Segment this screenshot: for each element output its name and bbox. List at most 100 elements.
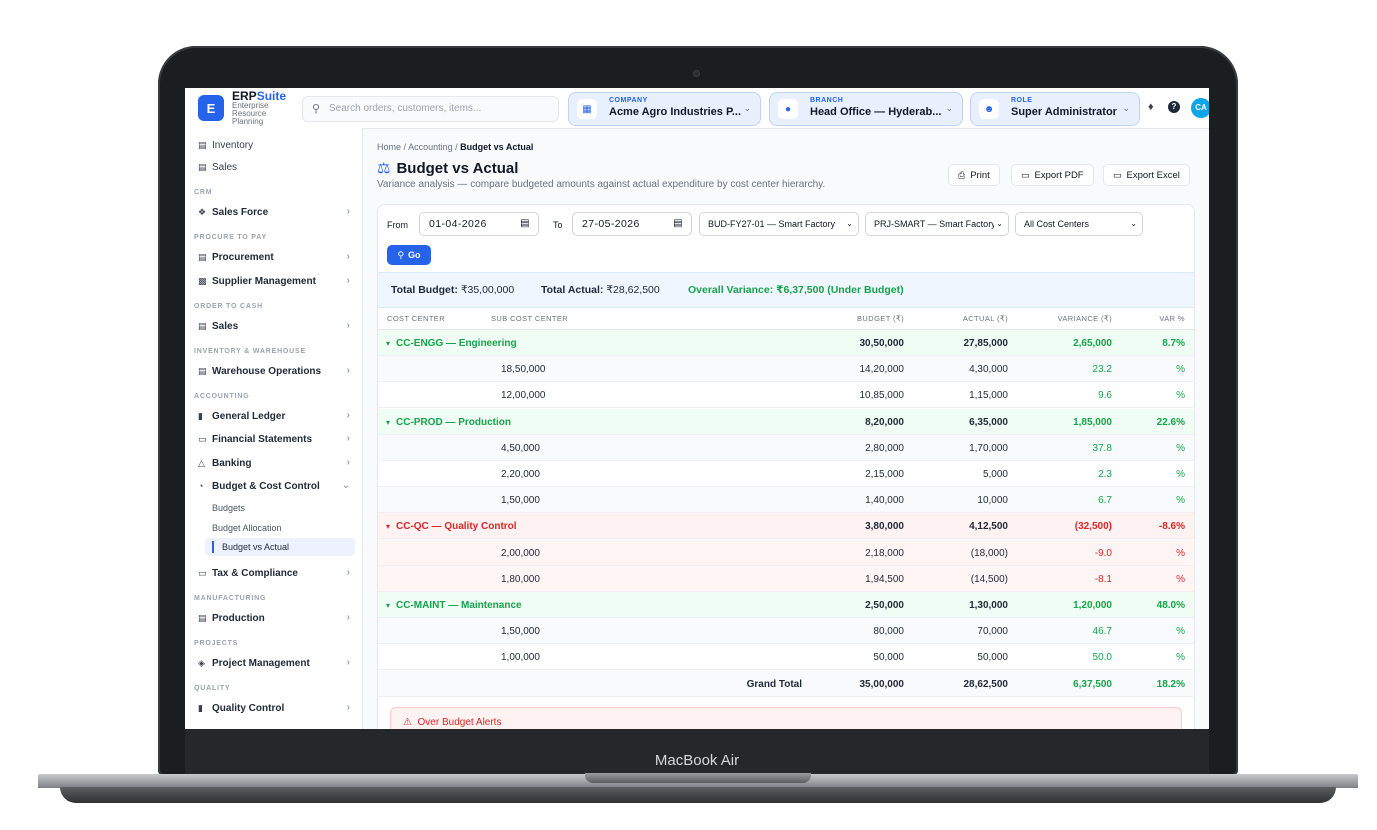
grand-total-label: Grand Total [746,678,802,690]
app-tagline: Enterprise Resource Planning [232,101,269,126]
search-placeholder: Search orders, customers, items... [329,103,482,114]
caret-down-icon[interactable]: ▾ [386,418,390,427]
export-excel-button[interactable]: ▭ Export Excel [1103,164,1190,186]
sidebar-item-financial-statements[interactable]: ▭ Financial Statements › [198,430,350,448]
table-row: 1,00,000 50,000 50,000 50.0% [378,644,1194,671]
table-row: 1,50,000 1,40,000 10,000 6.7% [378,487,1194,514]
group-variance: 1,85,000 [1073,416,1112,428]
app-logo[interactable]: E [198,95,224,121]
sidebar-item-procurement[interactable]: ▤ Procurement › [198,248,350,266]
section-manufacturing: MANUFACTURING [194,595,267,602]
grand-total-variance: 6,37,500 [1073,678,1112,690]
sidebar-item-sales[interactable]: ▤ Sales › [198,317,350,335]
total-budget: Total Budget: ₹35,00,000 [391,284,514,296]
warning-icon: ⚠ [403,717,412,728]
project-select[interactable]: PRJ-SMART — Smart Factory ⌄ [865,212,1009,236]
sidebar-subitem-budget-allocation[interactable]: Budget Allocation [212,523,282,533]
sidebar-item-inventory[interactable]: ▤ Inventory [198,136,350,154]
sidebar-item-project-management[interactable]: ◈ Project Management › [198,654,350,672]
cart-icon: ▤ [198,161,207,172]
budget-select-value: BUD-FY27-01 — Smart Factory [708,219,836,229]
help-icon[interactable]: ? [1168,101,1180,113]
col-variance: VARIANCE (₹) [1057,314,1112,323]
sidebar-item-production[interactable]: ▤ Production › [198,609,350,627]
sidebar-subitem-budget-vs-actual[interactable]: Budget vs Actual [205,538,355,556]
search-icon: ⚲ [397,249,405,260]
active-indicator [212,541,214,553]
chevron-right-icon: › [346,702,350,713]
sidebar-item-sales-top[interactable]: ▤ Sales [198,158,350,176]
budget-select[interactable]: BUD-FY27-01 — Smart Factory ⌄ [699,212,859,236]
sub-cost-center: 4,50,000 [501,442,540,454]
print-button[interactable]: ⎙ Print [948,164,1000,186]
export-pdf-label: Export PDF [1034,169,1084,181]
screen: E ERPSuite Enterprise Resource Planning … [185,88,1209,729]
sidebar-item-banking[interactable]: △ Banking › [198,454,350,472]
breadcrumb-home[interactable]: Home [377,142,401,152]
from-date-value: 01-04-2026 [429,218,487,230]
row-var-pct: % [1176,442,1185,454]
sidebar-item-budget-cost-control[interactable]: ◔ Budget & Cost Control ⌄ [198,477,350,495]
sidebar-item-warehouse[interactable]: ▤ Warehouse Operations › [198,362,350,380]
table-group-row[interactable]: ▾ CC-MAINT — Maintenance 2,50,000 1,30,000 1… [378,592,1194,618]
go-button[interactable]: ⚲ Go [387,245,431,265]
table-row: 2,00,000 2,18,000 (18,000) -9.0% [378,539,1194,566]
avatar[interactable]: CA [1191,98,1209,118]
to-date-input[interactable]: 27-05-2026 ▤ [572,212,692,236]
project-select-value: PRJ-SMART — Smart Factory [874,219,996,229]
role-selector[interactable]: ☻ ROLE Super Administrator ⌄ [970,92,1140,126]
breadcrumb: Home / Accounting / Budget vs Actual [377,142,533,152]
table-group-row[interactable]: ▾ CC-QC — Quality Control 3,80,000 4,12,500… [378,513,1194,540]
row-actual: 4,30,000 [969,364,1008,376]
grand-total-row: Grand Total 35,00,000 28,62,500 6,37,500 18.… [378,670,1194,697]
sidebar-item-supplier[interactable]: ▩ Supplier Management › [198,272,350,290]
company-selector[interactable]: ▦ COMPANY Acme Agro Industries P... ⌄ [568,92,761,126]
sidebar-item-label: Inventory [212,139,254,151]
sidebar-subitem-budgets[interactable]: Budgets [212,503,245,513]
group-variance: 2,65,000 [1073,338,1112,349]
cost-center-select[interactable]: All Cost Centers ⌄ [1015,212,1143,236]
caret-down-icon[interactable]: ▾ [386,339,390,348]
section-accounting: ACCOUNTING [194,393,250,400]
table-row: 1,80,000 1,94,500 (14,500) -8.1% [378,565,1194,592]
branch-selector[interactable]: ● BRANCH Head Office — Hyderab... ⌄ [769,92,963,126]
breadcrumb-separator: / [403,142,407,152]
col-var-pct: VAR % [1159,314,1185,323]
chevron-right-icon: › [346,433,350,444]
sidebar-item-tax[interactable]: ▭ Tax & Compliance › [198,564,350,582]
chevron-down-icon: ⌄ [1122,103,1130,113]
export-pdf-button[interactable]: ▭ Export PDF [1011,164,1094,186]
bell-icon[interactable]: ♦ [1148,101,1154,113]
sub-cost-center: 1,00,000 [501,652,540,664]
breadcrumb-accounting[interactable]: Accounting [408,142,453,152]
chevron-right-icon: › [346,410,350,421]
caret-down-icon[interactable]: ▾ [386,522,390,531]
from-label: From [387,220,408,230]
row-budget: 2,18,000 [865,547,904,559]
row-actual: 1,70,000 [969,442,1008,454]
total-actual-label: Total Actual: [541,284,604,296]
from-date-input[interactable]: 01-04-2026 ▤ [419,212,539,236]
group-var-pct: 48.0% [1156,600,1185,611]
group-var-pct: 22.6% [1156,416,1185,428]
search-input[interactable]: ⚲ Search orders, customers, items... [302,96,559,122]
group-budget: 3,80,000 [865,521,904,533]
building-icon: ▦ [577,99,597,119]
clipboard-check-icon: ▮ [198,702,203,713]
sidebar-item-general-ledger[interactable]: ▮ General Ledger › [198,407,350,425]
cart-icon: ▤ [198,251,207,262]
sidebar-item-quality-control[interactable]: ▮ Quality Control › [198,699,350,717]
table-header: COST CENTER SUB COST CENTER BUDGET (₹) A… [378,307,1194,330]
sidebar-item-sales-force[interactable]: ❖ Sales Force › [198,203,350,221]
caret-down-icon[interactable]: ▾ [386,601,390,610]
table-group-row[interactable]: ▾ CC-PROD — Production 8,20,000 6,35,000 1,8… [378,408,1194,435]
row-budget: 1,94,500 [865,573,904,585]
row-var-pct: % [1176,652,1185,664]
row-actual: (14,500) [970,573,1008,585]
sidebar-item-label: Financial Statements [212,433,313,445]
table-group-row[interactable]: ▾ CC-ENGG — Engineering 30,50,000 27,85,000… [378,330,1194,356]
chevron-right-icon: › [346,365,350,376]
section-o2c: ORDER TO CASH [194,303,263,310]
chevron-down-icon: ⌄ [1128,219,1137,228]
file-excel-icon: ▭ [1113,169,1122,180]
